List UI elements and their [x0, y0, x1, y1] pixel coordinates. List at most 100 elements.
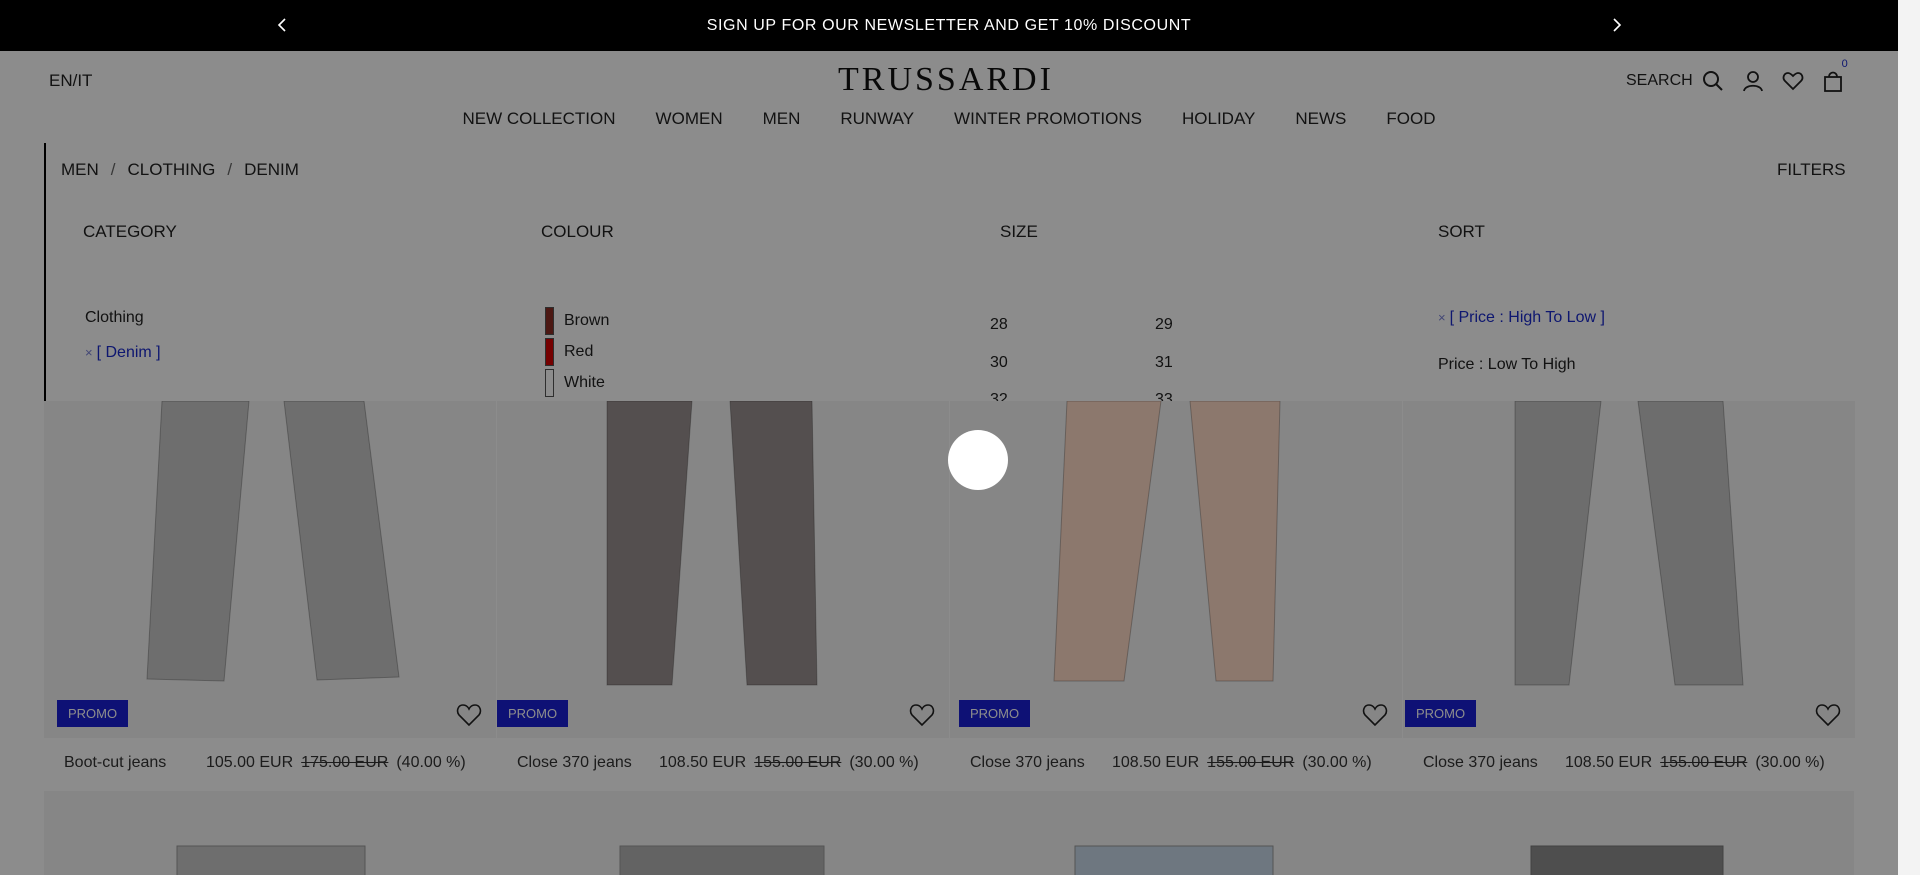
banner-message[interactable]: SIGN UP FOR OUR NEWSLETTER AND GET 10% D… [707, 17, 1192, 35]
breadcrumb-separator: / [110, 160, 116, 179]
banner-prev-button[interactable] [269, 12, 295, 38]
newsletter-banner: SIGN UP FOR OUR NEWSLETTER AND GET 10% D… [0, 0, 1898, 51]
nav-runway[interactable]: RUNWAY [840, 109, 914, 129]
size-option-31[interactable]: 31 [1155, 354, 1173, 372]
product-name[interactable]: Close 370 jeans [1423, 754, 1538, 772]
price-current: 108.50 EUR [1565, 754, 1653, 771]
price-old: 175.00 EUR [301, 754, 389, 771]
product-card[interactable]: PROMO Close 370 jeans 108.50 EUR 155.00 E… [1403, 401, 1855, 791]
colour-label: White [564, 373, 605, 391]
price-old: 155.00 EUR [1660, 754, 1748, 771]
colour-swatch [545, 337, 554, 366]
colour-swatch [545, 368, 554, 397]
breadcrumb: MEN / CLOTHING / DENIM [61, 160, 299, 180]
size-option-33[interactable]: 33 [1155, 391, 1173, 401]
product-card[interactable]: PROMO Close 370 jeans 108.50 EUR 155.00 E… [950, 401, 1402, 791]
jeans-waistbands [176, 845, 1724, 875]
price-current: 108.50 EUR [659, 754, 747, 771]
breadcrumb-denim[interactable]: DENIM [244, 160, 299, 179]
nav-women[interactable]: WOMEN [656, 109, 723, 129]
product-price: 108.50 EUR 155.00 EUR (30.00 %) [1112, 754, 1372, 772]
chevron-left-icon [277, 18, 286, 32]
page-scrollbar[interactable] [1898, 0, 1920, 875]
banner-next-button[interactable] [1604, 12, 1630, 38]
promo-badge: PROMO [57, 700, 129, 727]
product-image[interactable] [44, 401, 496, 738]
wishlist-heart-icon[interactable] [456, 703, 482, 727]
size-option-29[interactable]: 29 [1155, 316, 1173, 334]
filters-toggle-button[interactable]: FILTERS [1777, 160, 1846, 180]
breadcrumb-clothing[interactable]: CLOTHING [128, 160, 216, 179]
size-option-32[interactable]: 32 [990, 391, 1008, 401]
size-option-30[interactable]: 30 [990, 354, 1008, 372]
sort-selected-high-to-low[interactable]: ×[ Price : High To Low ] [1438, 309, 1605, 327]
product-price: 108.50 EUR 155.00 EUR (30.00 %) [1565, 754, 1825, 772]
size-title: SIZE [1000, 222, 1038, 241]
chevron-right-icon [1613, 18, 1622, 32]
product-image[interactable] [950, 401, 1402, 738]
wishlist-heart-icon[interactable] [1362, 703, 1388, 727]
header-tools: SEARCH 0 [1626, 58, 1848, 95]
product-price: 108.50 EUR 155.00 EUR (30.00 %) [659, 754, 919, 772]
product-grid: PROMO Boot-cut jeans 105.00 EUR 175.00 EU… [44, 401, 1855, 875]
price-discount: (30.00 %) [1302, 754, 1372, 771]
nav-news[interactable]: NEWS [1295, 109, 1346, 129]
price-old: 155.00 EUR [754, 754, 842, 771]
promo-badge: PROMO [497, 700, 569, 727]
colour-swatch [545, 306, 554, 335]
product-name[interactable]: Close 370 jeans [970, 754, 1085, 772]
category-option-clothing[interactable]: Clothing [85, 309, 144, 327]
cart-count: 0 [1841, 58, 1848, 70]
product-card[interactable]: PROMO Close 370 jeans 108.50 EUR 155.00 E… [497, 401, 949, 791]
colour-title: COLOUR [541, 222, 614, 241]
promo-badge: PROMO [1405, 700, 1477, 727]
site-header: EN/IT TRUSSARDI SEARCH 0 NEW COLLECTION … [0, 51, 1898, 143]
filters-panel: MEN / CLOTHING / DENIM FILTERS CATEGORY COLO… [44, 143, 1854, 401]
nav-winter-promotions[interactable]: WINTER PROMOTIONS [954, 109, 1142, 129]
nav-men[interactable]: MEN [763, 109, 801, 129]
account-icon[interactable] [1739, 67, 1767, 95]
promo-badge: PROMO [959, 700, 1031, 727]
breadcrumb-separator: / [227, 160, 233, 179]
colour-option-red[interactable]: Red [545, 336, 593, 367]
product-name[interactable]: Boot-cut jeans [64, 754, 166, 772]
sort-option-low-to-high[interactable]: Price : Low To High [1438, 356, 1576, 374]
product-image[interactable] [1403, 401, 1855, 738]
loading-spinner [948, 430, 1008, 490]
wishlist-heart-icon[interactable] [1815, 703, 1841, 727]
search-icon[interactable] [1699, 67, 1727, 95]
price-discount: (30.00 %) [849, 754, 919, 771]
price-current: 105.00 EUR [206, 754, 294, 771]
size-option-28[interactable]: 28 [990, 316, 1008, 334]
product-name[interactable]: Close 370 jeans [517, 754, 632, 772]
colour-option-brown[interactable]: Brown [545, 305, 609, 336]
breadcrumb-men[interactable]: MEN [61, 160, 99, 179]
nav-food[interactable]: FOOD [1386, 109, 1435, 129]
language-switcher[interactable]: EN/IT [49, 71, 92, 91]
remove-filter-icon[interactable]: × [85, 345, 93, 360]
category-selected-denim[interactable]: ×[ Denim ] [85, 344, 161, 362]
colour-label: Brown [564, 311, 610, 329]
nav-new-collection[interactable]: NEW COLLECTION [463, 109, 616, 129]
sort-selected-label: [ Price : High To Low ] [1449, 309, 1605, 326]
category-title: CATEGORY [83, 222, 177, 241]
colour-label: Red [564, 342, 594, 360]
brand-logo[interactable]: TRUSSARDI [838, 61, 1054, 99]
remove-sort-icon[interactable]: × [1438, 310, 1446, 325]
product-image[interactable] [497, 401, 949, 738]
wishlist-heart-icon[interactable] [909, 703, 935, 727]
wishlist-icon[interactable] [1779, 67, 1807, 95]
price-discount: (40.00 %) [396, 754, 466, 771]
main-nav: NEW COLLECTION WOMEN MEN RUNWAY WINTER P… [0, 109, 1898, 129]
sort-title: SORT [1438, 222, 1485, 241]
colour-option-white[interactable]: White [545, 367, 605, 398]
product-price: 105.00 EUR 175.00 EUR (40.00 %) [206, 754, 466, 772]
price-current: 108.50 EUR [1112, 754, 1200, 771]
product-card[interactable]: PROMO Boot-cut jeans 105.00 EUR 175.00 EU… [44, 401, 496, 791]
product-row-next [44, 791, 1854, 875]
category-selected-label: [ Denim ] [96, 344, 161, 361]
search-label[interactable]: SEARCH [1626, 72, 1693, 90]
cart-icon[interactable]: 0 [1819, 58, 1848, 95]
nav-holiday[interactable]: HOLIDAY [1182, 109, 1255, 129]
price-old: 155.00 EUR [1207, 754, 1295, 771]
